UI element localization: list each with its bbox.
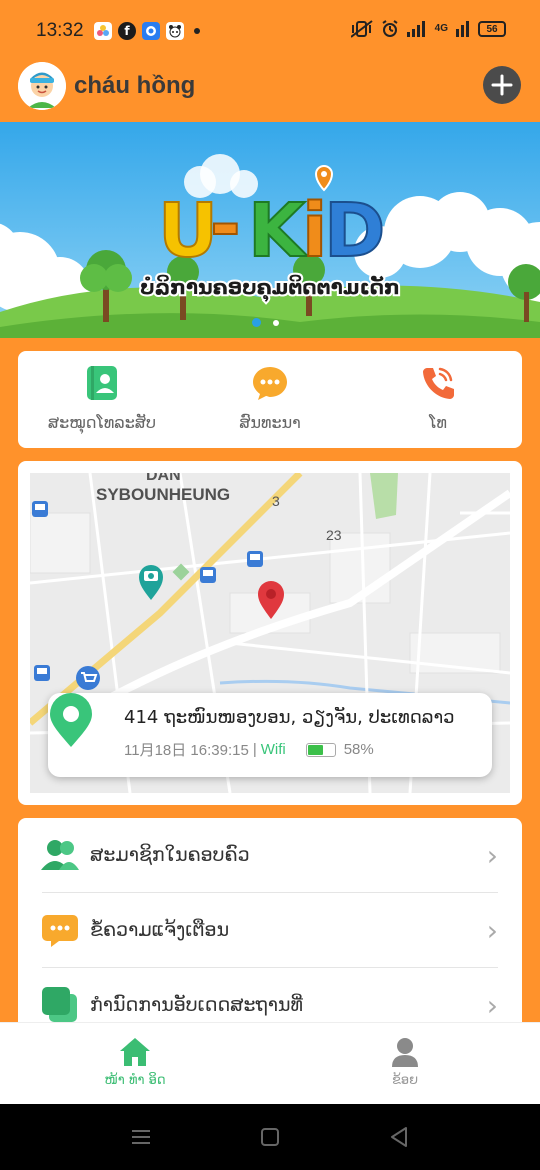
- chat-bubble-icon: [252, 365, 288, 401]
- recent-apps-icon[interactable]: [130, 1126, 152, 1148]
- notification-dot-icon: [194, 28, 200, 34]
- home-button-icon[interactable]: [259, 1126, 281, 1148]
- location-meta: 11月18日 16:39:15 | Wifi 58%: [124, 739, 374, 760]
- map-label-district: DAN: [146, 473, 181, 484]
- status-bar: 13:32 f 4G 56: [0, 0, 540, 60]
- banner-pagination: [252, 318, 279, 327]
- location-timestamp: 11月18日 16:39:15: [124, 742, 249, 759]
- phone-icon: [420, 365, 456, 401]
- panda-app-icon: [166, 22, 184, 40]
- app-header: cháu hồng: [0, 60, 540, 122]
- alarm-icon: [382, 20, 398, 37]
- plus-icon: [491, 74, 513, 96]
- notification-message-icon: [40, 910, 80, 950]
- svg-text:ບໍລິການຄອບຄຸມຕິດຕາມເດັກ: ບໍລິການຄອບຄຸມຕິດຕາມເດັກ: [140, 275, 400, 302]
- map-label-road-3: 3: [272, 493, 280, 509]
- chevron-right-icon: ›: [486, 838, 498, 872]
- status-indicators: 4G 56: [350, 20, 506, 38]
- photos-app-icon: [94, 22, 112, 40]
- menu-item-label: ກຳນົດການອັບເດດສະຖານທີ່: [90, 994, 304, 1016]
- nav-home-label: ໜ້າ ທຳ ອິດ: [104, 1073, 166, 1088]
- status-app-icons: f: [94, 22, 200, 40]
- location-map-card: DAN SYBOUNHEUNG 3 23 414 ຖະໜົນໜອງບອນ, ວຽ…: [18, 461, 522, 805]
- child-name[interactable]: cháu hồng: [74, 72, 195, 100]
- pagination-dot[interactable]: [273, 319, 279, 326]
- profile-icon: [392, 1038, 418, 1067]
- battery-percent: 58%: [343, 741, 374, 758]
- location-pin-icon: [50, 693, 92, 747]
- call-button[interactable]: ໂທ: [354, 351, 522, 448]
- svg-text:K: K: [248, 188, 308, 274]
- chevron-right-icon: ›: [486, 988, 498, 1022]
- settings-menu: ສະມາຊິກໃນຄອບຄົວ › ຂໍ້ຄວາມແຈ້ງເຕືອນ › ກຳນ…: [18, 818, 522, 1048]
- bottom-navigation: ໜ້າ ທຳ ອິດ ຂ້ອຍ: [0, 1022, 540, 1104]
- battery-icon: [305, 742, 336, 757]
- messenger-app-icon: [142, 22, 160, 40]
- menu-item-family-members[interactable]: ສະມາຊິກໃນຄອບຄົວ ›: [18, 818, 522, 892]
- avatar[interactable]: [18, 62, 66, 110]
- facebook-icon: f: [118, 22, 136, 40]
- connection-type: Wifi: [260, 741, 286, 758]
- chevron-right-icon: ›: [486, 913, 498, 947]
- family-members-icon: [40, 835, 80, 875]
- nav-profile-label: ຂ້ອຍ: [391, 1073, 419, 1088]
- signal-2-icon: [456, 21, 469, 37]
- menu-item-label: ສະມາຊິກໃນຄອບຄົວ: [90, 844, 250, 866]
- menu-item-label: ຂໍ້ຄວາມແຈ້ງເຕືອນ: [90, 919, 230, 941]
- nav-home[interactable]: ໜ້າ ທຳ ອິດ: [0, 1023, 270, 1104]
- nav-profile[interactable]: ຂ້ອຍ: [270, 1023, 540, 1104]
- network-type: 4G: [434, 23, 448, 34]
- system-navigation-bar: [0, 1104, 540, 1170]
- vibrate-icon: [350, 20, 373, 38]
- contacts-book-icon: [84, 365, 120, 401]
- banner-tagline: ບໍລິການຄອບຄຸມຕິດຕາມເດັກ: [138, 273, 402, 304]
- add-device-button[interactable]: [483, 66, 521, 104]
- chat-label: ສົນທະນາ: [239, 413, 301, 432]
- svg-text:D: D: [324, 188, 385, 274]
- battery-indicator: 56: [478, 21, 506, 37]
- location-info-card[interactable]: 414 ຖະໜົນໜອງບອນ, ວຽງຈັນ, ປະເທດລາວ 11月18日…: [48, 693, 492, 777]
- svg-text:-: -: [210, 182, 241, 268]
- map-label-road-23: 23: [326, 527, 342, 543]
- home-icon: [120, 1038, 150, 1066]
- map-view[interactable]: DAN SYBOUNHEUNG 3 23 414 ຖະໜົນໜອງບອນ, ວຽ…: [30, 473, 510, 793]
- promo-banner[interactable]: U - K i D ບໍລິການຄອບຄຸມຕິດຕາມເດັກ: [0, 122, 540, 338]
- phonebook-button[interactable]: ສະໝຸດໂທລະສັບ: [18, 351, 186, 448]
- status-time: 13:32: [36, 20, 84, 41]
- chat-button[interactable]: ສົນທະນາ: [186, 351, 354, 448]
- quick-actions-card: ສະໝຸດໂທລະສັບ ສົນທະນາ ໂທ: [18, 351, 522, 448]
- map-label-area: SYBOUNHEUNG: [96, 485, 231, 504]
- phonebook-label: ສະໝຸດໂທລະສັບ: [47, 413, 157, 432]
- meta-separator: |: [252, 741, 257, 758]
- signal-icon: [406, 21, 425, 37]
- location-address: 414 ຖະໜົນໜອງບອນ, ວຽງຈັນ, ປະເທດລາວ: [124, 707, 455, 728]
- back-icon[interactable]: [388, 1126, 410, 1148]
- pagination-dot-active[interactable]: [252, 318, 261, 327]
- call-label: ໂທ: [429, 413, 447, 432]
- location-update-schedule-icon: [40, 985, 80, 1025]
- menu-item-notifications[interactable]: ຂໍ້ຄວາມແຈ້ງເຕືອນ ›: [18, 893, 522, 967]
